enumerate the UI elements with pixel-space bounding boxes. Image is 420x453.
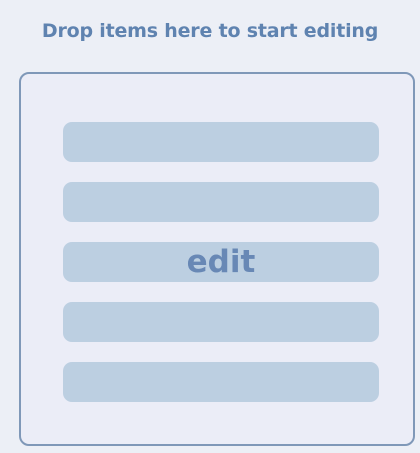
edit-bar[interactable]: edit [63,242,379,282]
placeholder-bar [63,122,379,162]
placeholder-bar [63,302,379,342]
drop-instruction: Drop items here to start editing [41,20,379,42]
placeholder-bar [63,362,379,402]
drop-zone[interactable]: edit [19,72,415,446]
edit-label: edit [186,243,256,280]
placeholder-bar [63,182,379,222]
